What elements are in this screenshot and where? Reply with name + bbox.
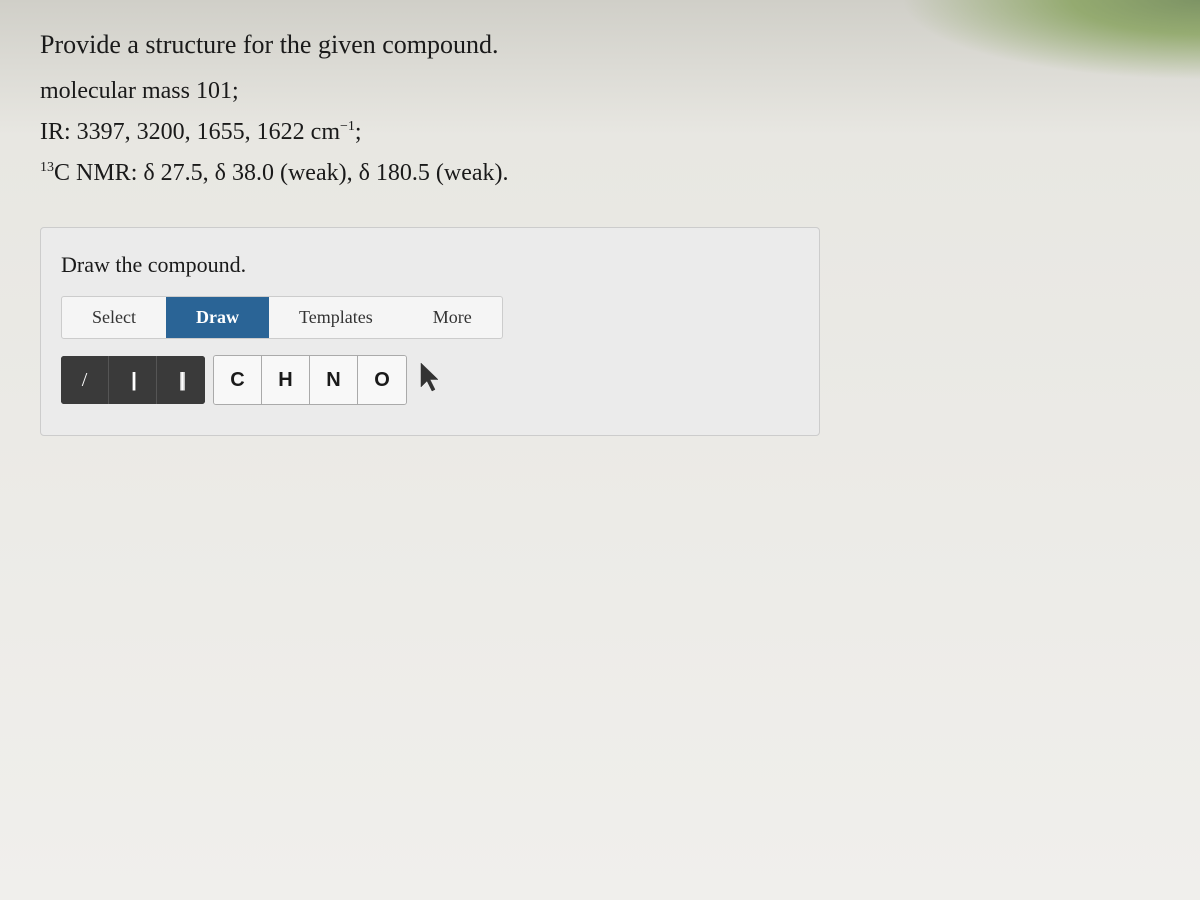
carbon-element-tool[interactable]: C (214, 356, 262, 404)
double-bond-tool[interactable]: || (109, 356, 157, 404)
nmr-carbon-superscript: 13 (40, 160, 54, 175)
ir-superscript: −1 (340, 119, 355, 134)
cursor-indicator (417, 361, 447, 400)
drawing-toolbar: / || ||| C H N O (61, 355, 799, 405)
nmr-data-text: 13C NMR: δ 27.5, δ 38.0 (weak), δ 180.5 … (40, 160, 1160, 187)
tab-more[interactable]: More (403, 297, 502, 338)
question-title: Provide a structure for the given compou… (40, 30, 1160, 60)
element-tools-group: C H N O (213, 355, 407, 405)
nitrogen-element-tool[interactable]: N (310, 356, 358, 404)
draw-section-title: Draw the compound. (61, 252, 799, 278)
bond-tools-group: / || ||| (61, 356, 205, 404)
nmr-label: C NMR: δ 27.5, δ 38.0 (weak), δ 180.5 (w… (54, 160, 509, 186)
tab-bar: Select Draw Templates More (61, 296, 503, 339)
tab-draw[interactable]: Draw (166, 297, 269, 338)
ir-label: IR: 3397, 3200, 1655, 1622 cm (40, 119, 340, 145)
draw-section: Draw the compound. Select Draw Templates… (40, 227, 820, 436)
triple-bond-tool[interactable]: ||| (157, 356, 205, 404)
single-bond-tool[interactable]: / (61, 356, 109, 404)
ir-end: ; (355, 119, 362, 145)
tab-select[interactable]: Select (62, 297, 166, 338)
tab-templates[interactable]: Templates (269, 297, 403, 338)
oxygen-element-tool[interactable]: O (358, 356, 406, 404)
molecular-mass-text: molecular mass 101; (40, 78, 1160, 105)
ir-data-text: IR: 3397, 3200, 1655, 1622 cm−1; (40, 119, 1160, 146)
hydrogen-element-tool[interactable]: H (262, 356, 310, 404)
